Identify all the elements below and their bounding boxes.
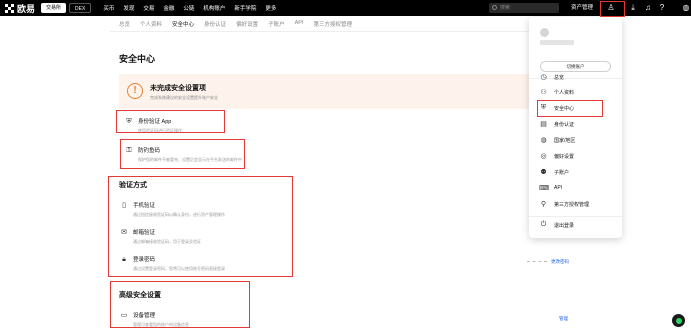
verify-section-highlight: [108, 176, 293, 277]
nav-item-more[interactable]: 更多: [265, 4, 276, 12]
menu-item-label: 国家/地区: [554, 137, 576, 144]
notification-bell-icon[interactable]: ♫: [643, 3, 653, 13]
menu-item-verification[interactable]: ▤ 身份认证: [539, 120, 574, 128]
advanced-section-highlight: [110, 281, 250, 328]
id-card-icon: ▤: [540, 121, 547, 128]
manage-devices-link[interactable]: 管理: [559, 316, 568, 322]
help-icon[interactable]: ?: [657, 3, 667, 13]
menu-item-overview[interactable]: ◷ 总览: [539, 73, 564, 81]
avatar: [540, 28, 549, 37]
nav-item-trade[interactable]: 交易: [143, 4, 154, 12]
menu-item-preferences[interactable]: ◎ 偏好设置: [539, 152, 574, 160]
menu-item-third-party[interactable]: ⚲ 第三方授权管理: [539, 200, 589, 208]
nav-item-chain[interactable]: 公链: [183, 4, 194, 12]
security-menu-highlight: [537, 100, 603, 117]
change-password-link[interactable]: 更改密码: [551, 259, 569, 265]
okx-logo-icon: [5, 3, 14, 13]
page-title: 安全中心: [119, 54, 156, 64]
third-party-icon: ⚲: [540, 201, 547, 208]
authenticator-highlight: [116, 110, 225, 133]
nav-item-academy[interactable]: 新手学院: [234, 4, 256, 12]
menu-item-profile[interactable]: ⚇ 个人资料: [539, 88, 574, 96]
download-icon[interactable]: ⤓: [628, 3, 638, 13]
menu-divider: [529, 216, 622, 217]
menu-item-logout[interactable]: ⏻ 退出登录: [539, 221, 574, 229]
profile-icon: ⚇: [540, 89, 547, 96]
menu-item-label: 总览: [554, 74, 565, 81]
menu-item-label: 第三方授权管理: [554, 201, 590, 208]
masked-username: [540, 40, 574, 45]
asset-management-menu[interactable]: 资产管理: [571, 0, 593, 16]
search-icon: [492, 5, 497, 10]
menu-item-label: 偏好设置: [554, 153, 575, 160]
brand-logo[interactable]: 欧易: [5, 2, 35, 15]
tab-divider: [110, 31, 530, 32]
nav-item-discover[interactable]: 发现: [123, 4, 134, 12]
settings-icon: ◎: [540, 153, 547, 160]
menu-item-subaccount[interactable]: ⚉ 子账户: [539, 168, 569, 176]
power-icon: ⏻: [540, 221, 547, 228]
exchange-mode-toggle[interactable]: 交易所: [41, 3, 67, 13]
overview-icon: ◷: [540, 74, 547, 81]
menu-item-label: API: [554, 185, 563, 191]
nav-item-finance[interactable]: 金融: [163, 4, 174, 12]
search-input[interactable]: 搜索: [489, 3, 559, 13]
chat-support-button[interactable]: [672, 314, 685, 327]
brand-name: 欧易: [17, 3, 36, 14]
switch-account-button[interactable]: 切换账户: [540, 61, 611, 72]
warning-icon: !: [127, 83, 143, 99]
anti-phishing-highlight: [120, 139, 245, 169]
menu-item-label: 个人资料: [554, 89, 575, 96]
user-dropdown-menu: 切换账户 ◷ 总览 ⚇ 个人资料 ⛨ 安全中心 ▤ 身份认证 ◍ 国家/地区 ◎…: [529, 17, 622, 238]
user-icon-highlight: [600, 1, 625, 17]
globe-icon[interactable]: ◍: [681, 3, 691, 13]
main-nav: 买币 发现 交易 金融 公链 机构账户 新手学院 更多: [103, 4, 276, 12]
menu-item-label: 身份认证: [554, 121, 575, 128]
row-divider: [527, 261, 547, 262]
nav-item-buy[interactable]: 买币: [103, 4, 114, 12]
subaccount-icon: ⚉: [540, 169, 547, 176]
warning-title: 未完成安全设置项: [150, 85, 206, 92]
menu-item-region[interactable]: ◍ 国家/地区: [539, 136, 575, 144]
dex-mode-toggle[interactable]: DEX: [69, 3, 92, 13]
security-warning-banner: ! 未完成安全设置项 完成系统建议的安全设置提升账户安全: [119, 74, 529, 109]
warning-subtitle: 完成系统建议的安全设置提升账户安全: [150, 95, 218, 100]
globe-icon: ◍: [540, 137, 547, 144]
menu-item-label: 退出登录: [554, 222, 575, 229]
menu-item-api[interactable]: ⌨ API: [539, 184, 562, 192]
api-icon: ⌨: [539, 185, 550, 192]
menu-item-label: 子账户: [554, 169, 570, 176]
nav-item-institutional[interactable]: 机构账户: [203, 4, 225, 12]
